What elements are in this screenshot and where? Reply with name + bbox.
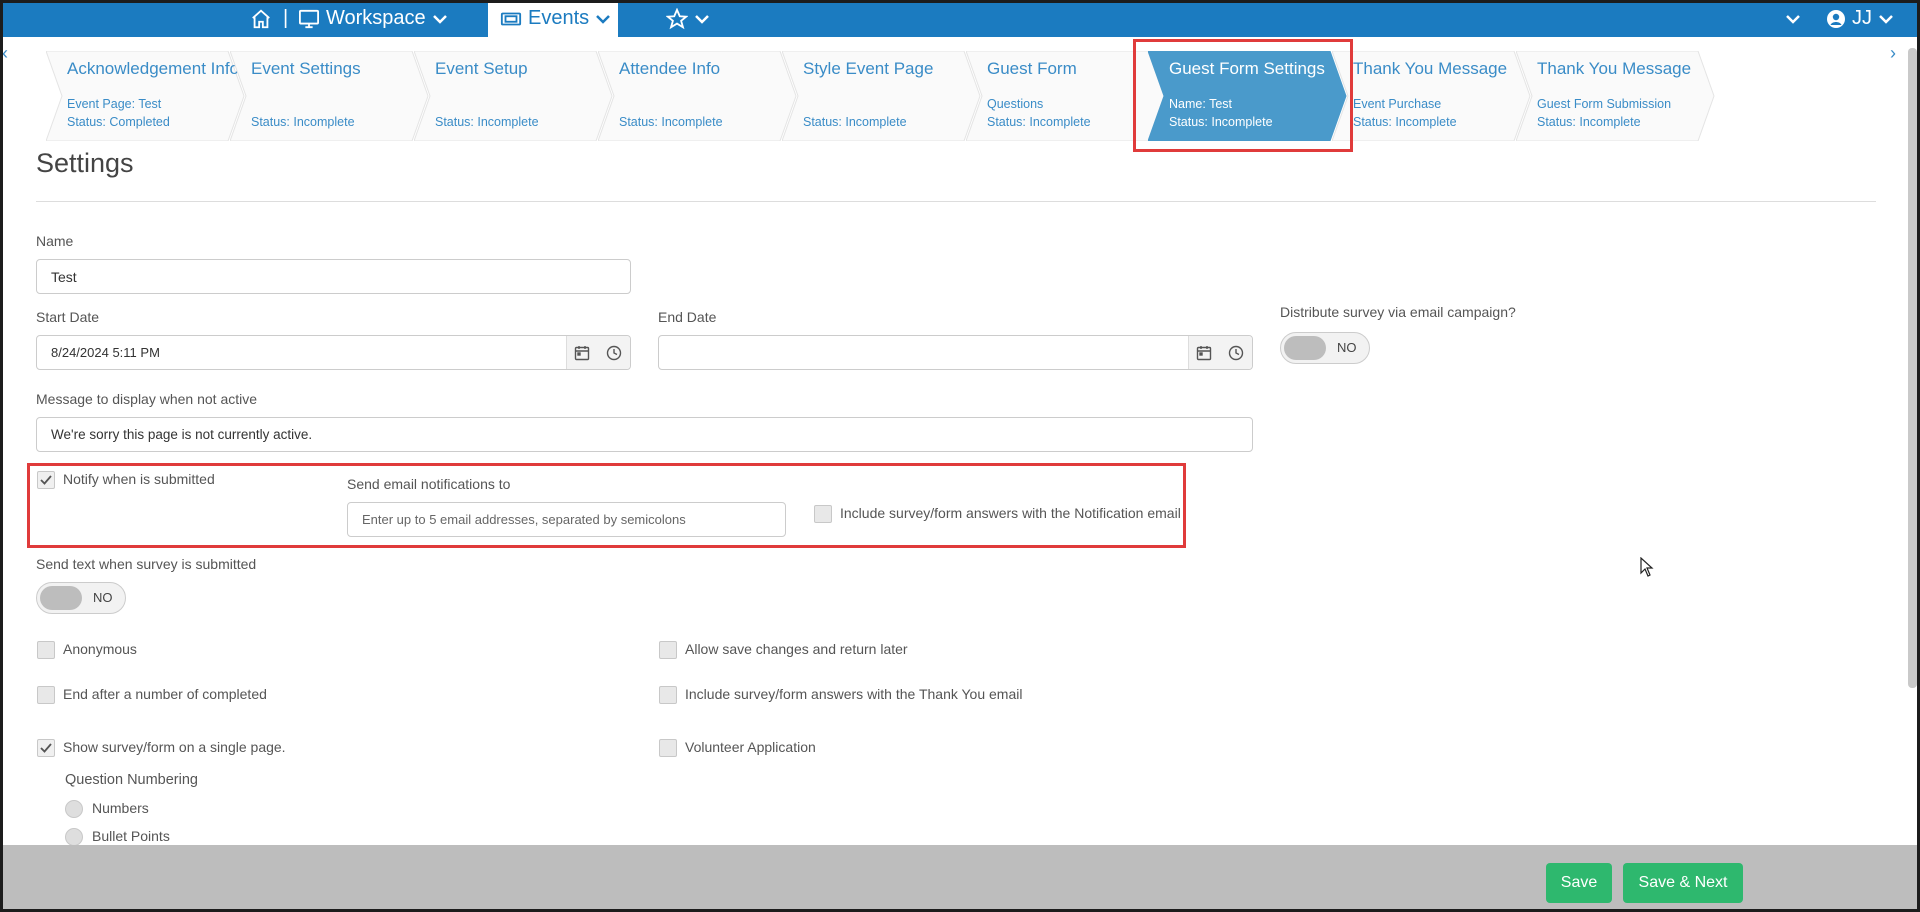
step-title: Event Settings <box>251 59 361 78</box>
step-title: Acknowledgement Info <box>67 59 239 78</box>
clock-icon[interactable] <box>598 336 630 369</box>
notify-when-submitted-checkbox[interactable] <box>37 471 55 489</box>
include-answers-notification-checkbox[interactable] <box>814 505 832 523</box>
send-text-label: Send text when survey is submitted <box>36 556 257 572</box>
checkmark-icon <box>40 475 52 485</box>
volunteer-application-label: Volunteer Application <box>685 739 816 755</box>
user-initials: JJ <box>1852 7 1872 29</box>
step-subtitle: Event Purchase <box>1353 97 1442 111</box>
wizard-prev-arrow[interactable]: ‹ <box>2 43 8 64</box>
distribute-survey-label: Distribute survey via email campaign? <box>1280 304 1516 320</box>
chevron-down-icon <box>1785 13 1801 25</box>
step-status: Status: Incomplete <box>619 115 723 129</box>
include-answers-thankyou-checkbox[interactable] <box>659 686 677 704</box>
start-date-label: Start Date <box>36 309 100 325</box>
start-date-field[interactable]: 8/24/2024 5:11 PM <box>36 335 631 370</box>
toggle-knob <box>40 586 82 610</box>
name-label: Name <box>36 233 74 249</box>
step-status: Status: Incomplete <box>435 115 539 129</box>
page-title: Settings <box>36 148 134 178</box>
home-button[interactable] <box>250 0 272 37</box>
numbering-radio-bullet-points[interactable] <box>65 828 83 846</box>
toggle-state: NO <box>1337 340 1357 355</box>
step-title: Thank You Message <box>1537 59 1692 78</box>
step-status: Status: Completed <box>67 115 170 129</box>
toggle-state: NO <box>93 590 113 605</box>
step-title: Thank You Message <box>1353 59 1508 78</box>
wizard-steps: ‹ › Acknowledgement Info Event Page: Tes… <box>0 37 1920 141</box>
step-title: Attendee Info <box>619 59 721 78</box>
end-date-field[interactable] <box>658 335 1253 370</box>
clock-icon[interactable] <box>1220 336 1252 369</box>
chevron-down-icon <box>595 13 611 25</box>
workspace-label: Workspace <box>326 7 426 29</box>
chevron-down-icon <box>432 13 448 25</box>
save-and-next-button[interactable]: Save & Next <box>1623 863 1743 903</box>
user-menu[interactable]: JJ <box>1826 0 1894 37</box>
email-notifications-field[interactable]: Enter up to 5 email addresses, separated… <box>347 502 786 537</box>
inactive-message-field[interactable]: We're sorry this page is not currently a… <box>36 417 1253 452</box>
allow-save-checkbox[interactable] <box>659 641 677 659</box>
step-status: Status: Incomplete <box>1169 115 1273 129</box>
numbering-option-label: Bullet Points <box>92 828 170 844</box>
user-avatar-icon <box>1826 9 1846 29</box>
start-date-value: 8/24/2024 5:11 PM <box>51 345 160 360</box>
wizard-next-arrow[interactable]: › <box>1890 43 1896 64</box>
include-answers-thankyou-label: Include survey/form answers with the Tha… <box>685 686 1023 702</box>
vertical-scrollbar[interactable] <box>1908 48 1917 688</box>
step-status: Status: Incomplete <box>803 115 907 129</box>
end-after-completed-label: End after a number of completed <box>63 686 267 702</box>
events-menu[interactable]: Events <box>488 0 618 37</box>
include-answers-notification-label: Include survey/form answers with the Not… <box>840 505 1181 521</box>
save-button[interactable]: Save <box>1546 863 1612 903</box>
step-title: Guest Form <box>987 59 1077 78</box>
home-icon <box>250 8 272 30</box>
step-status: Status: Incomplete <box>987 115 1091 129</box>
anonymous-checkbox[interactable] <box>37 641 55 659</box>
end-after-completed-checkbox[interactable] <box>37 686 55 704</box>
single-page-checkbox[interactable] <box>37 739 55 757</box>
step-title: Event Setup <box>435 59 528 78</box>
numbering-radio-numbers[interactable] <box>65 800 83 818</box>
distribute-survey-toggle[interactable]: NO <box>1280 332 1370 364</box>
nav-separator: | <box>283 7 289 29</box>
step-title: Guest Form Settings <box>1169 59 1325 78</box>
step-status: Status: Incomplete <box>251 115 355 129</box>
step-status: Status: Incomplete <box>1537 115 1641 129</box>
inactive-message-label: Message to display when not active <box>36 391 258 407</box>
send-email-label: Send email notifications to <box>347 476 511 492</box>
step-title: Style Event Page <box>803 59 934 78</box>
star-icon <box>666 7 688 30</box>
workspace-menu[interactable]: Workspace <box>298 0 448 37</box>
toggle-knob <box>1284 336 1326 360</box>
numbering-option-label: Numbers <box>92 800 149 816</box>
volunteer-application-checkbox[interactable] <box>659 739 677 757</box>
end-date-label: End Date <box>658 309 717 325</box>
allow-save-label: Allow save changes and return later <box>685 641 908 657</box>
notifications-dropdown[interactable] <box>1785 0 1801 37</box>
events-label: Events <box>528 7 590 29</box>
anonymous-label: Anonymous <box>63 641 137 657</box>
step-subtitle: Event Page: Test <box>67 97 162 111</box>
chevron-down-icon <box>1878 13 1894 25</box>
step-subtitle: Guest Form Submission <box>1537 97 1672 111</box>
question-numbering-label: Question Numbering <box>65 772 198 788</box>
notify-when-submitted-label: Notify when is submitted <box>63 471 215 487</box>
calendar-icon[interactable] <box>1188 336 1220 369</box>
checkmark-icon <box>40 743 52 753</box>
chevron-down-icon <box>694 13 710 25</box>
divider <box>36 201 1876 202</box>
step-subtitle: Name: Test <box>1169 97 1232 111</box>
name-field[interactable]: Test <box>36 259 631 294</box>
favorites-menu[interactable] <box>666 0 710 37</box>
top-navigation-bar: | Workspace Events JJ <box>0 0 1920 37</box>
ticket-icon <box>500 10 522 28</box>
mouse-cursor-icon <box>1640 556 1654 582</box>
single-page-label: Show survey/form on a single page. <box>63 739 286 755</box>
monitor-icon <box>298 9 320 29</box>
step-subtitle: Questions <box>987 97 1044 111</box>
calendar-icon[interactable] <box>566 336 598 369</box>
send-text-toggle[interactable]: NO <box>36 582 126 614</box>
step-status: Status: Incomplete <box>1353 115 1457 129</box>
